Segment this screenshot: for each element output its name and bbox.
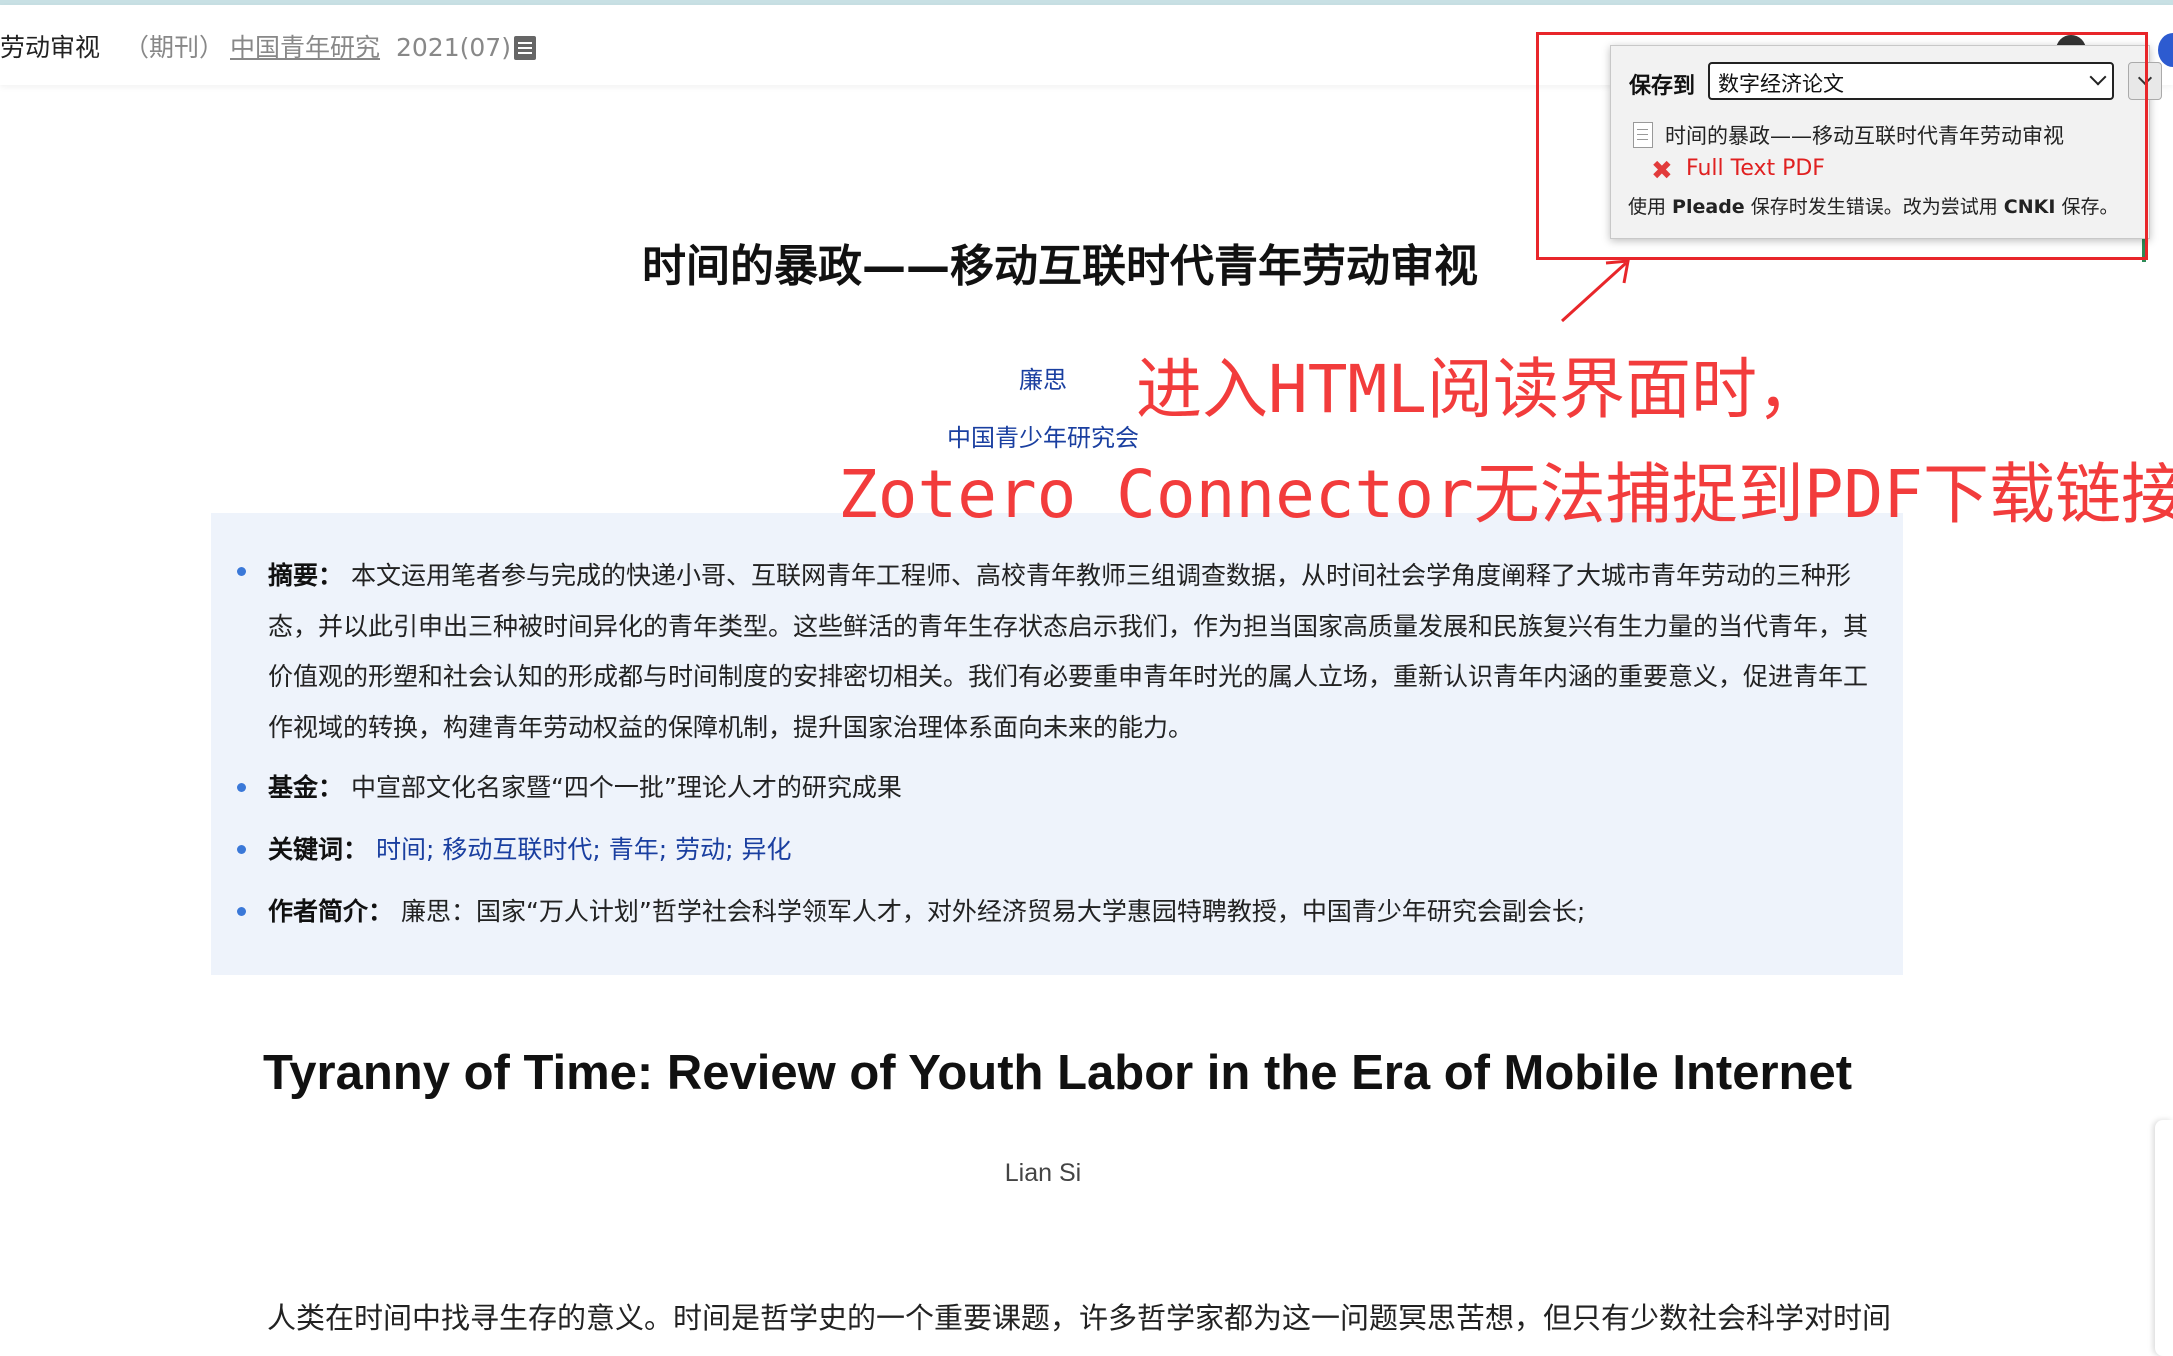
fund-item: 基金： 中宣部文化名家暨“四个一批”理论人才的研究成果 <box>268 768 902 804</box>
abstract-label: 摘要： <box>268 561 344 590</box>
issue-number: 2021(07) <box>396 33 511 62</box>
bullet-icon <box>237 907 246 916</box>
keyword-link[interactable]: 劳动; <box>675 835 733 864</box>
keyword-link[interactable]: 异化 <box>742 835 792 864</box>
bullet-icon <box>237 845 246 854</box>
fund-text: 中宣部文化名家暨“四个一批”理论人才的研究成果 <box>350 773 902 802</box>
author-bio-label: 作者简介： <box>268 897 394 926</box>
author-en: Lian Si <box>1004 1159 1082 1187</box>
keyword-link[interactable]: 时间; <box>376 835 434 864</box>
bullet-icon <box>237 783 246 792</box>
author-bio-item: 作者简介： 廉思：国家“万人计划”哲学社会科学领军人才，对外经济贸易大学惠园特聘… <box>268 892 1585 928</box>
abstract-text: 本文运用笔者参与完成的快递小哥、互联网青年工程师、高校青年教师三组调查数据，从时… <box>268 561 1869 742</box>
annotation-arrow-icon <box>1560 259 1630 323</box>
author-bio-text: 廉思：国家“万人计划”哲学社会科学领军人才，对外经济贸易大学惠园特聘教授，中国青… <box>400 897 1586 926</box>
keywords-item: 关键词： 时间; 移动互联时代; 青年; 劳动; 异化 <box>268 830 792 866</box>
annotation-text-line2: Zotero Connector无法捕捉到PDF下载链接 <box>838 456 2173 533</box>
fund-label: 基金： <box>268 773 344 802</box>
side-panel-tab[interactable] <box>2155 1120 2173 1356</box>
annotation-highlight-box <box>1536 32 2148 260</box>
journal-link[interactable]: 中国青年研究 <box>230 30 380 66</box>
article-title-en: Tyranny of Time: Review of Youth Labor i… <box>262 1046 1853 1100</box>
keyword-link[interactable]: 青年; <box>609 835 667 864</box>
bullet-icon <box>237 567 246 576</box>
keyword-link[interactable]: 移动互联时代; <box>442 835 600 864</box>
publication-type: （期刊） <box>124 33 225 62</box>
body-paragraph: 人类在时间中找寻生存的意义。时间是哲学史的一个重要课题，许多哲学家都为这一问题冥… <box>267 1301 1892 1335</box>
abstract-panel: 摘要： 本文运用笔者参与完成的快递小哥、互联网青年工程师、高校青年教师三组调查数… <box>211 513 1903 975</box>
table-of-contents-icon[interactable] <box>514 36 536 60</box>
article-title-short: 劳动审视 <box>0 33 101 62</box>
annotation-text-line1: 进入HTML阅读界面时， <box>1136 351 1823 428</box>
keywords-label: 关键词： <box>268 835 369 864</box>
abstract-item: 摘要： 本文运用笔者参与完成的快递小哥、互联网青年工程师、高校青年教师三组调查数… <box>268 551 1888 753</box>
